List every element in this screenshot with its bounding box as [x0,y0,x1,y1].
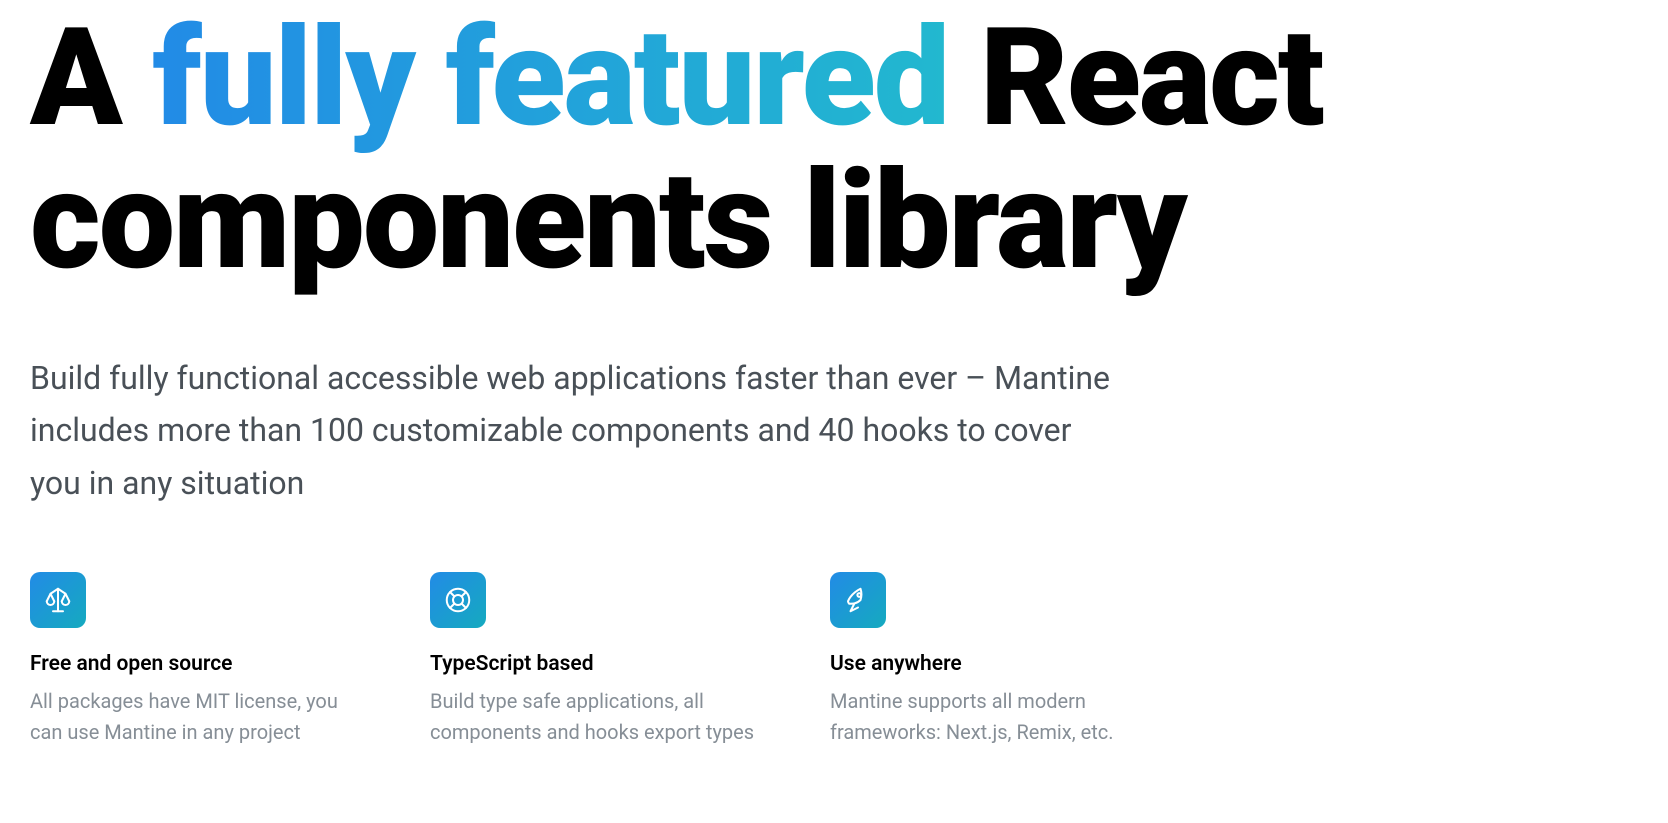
feature-free-open-source: Free and open source All packages have M… [30,572,370,748]
feature-title: TypeScript based [430,652,770,676]
hero-title: A fully featured React components librar… [30,8,1638,294]
feature-typescript-based: TypeScript based Build type safe applica… [430,572,770,748]
features-row: Free and open source All packages have M… [30,572,1638,748]
feature-use-anywhere: Use anywhere Mantine supports all modern… [830,572,1170,748]
feature-title: Use anywhere [830,652,1170,676]
lifebuoy-icon [430,572,486,628]
rocket-icon [830,572,886,628]
hero-title-highlight: fully featured [153,0,949,158]
scale-icon [30,572,86,628]
hero-title-before: A [30,0,153,158]
hero-description: Build fully functional accessible web ap… [30,352,1130,510]
feature-title: Free and open source [30,652,370,676]
feature-description: Mantine supports all modern frameworks: … [830,686,1170,748]
feature-description: All packages have MIT license, you can u… [30,686,370,748]
feature-description: Build type safe applications, all compon… [430,686,770,748]
